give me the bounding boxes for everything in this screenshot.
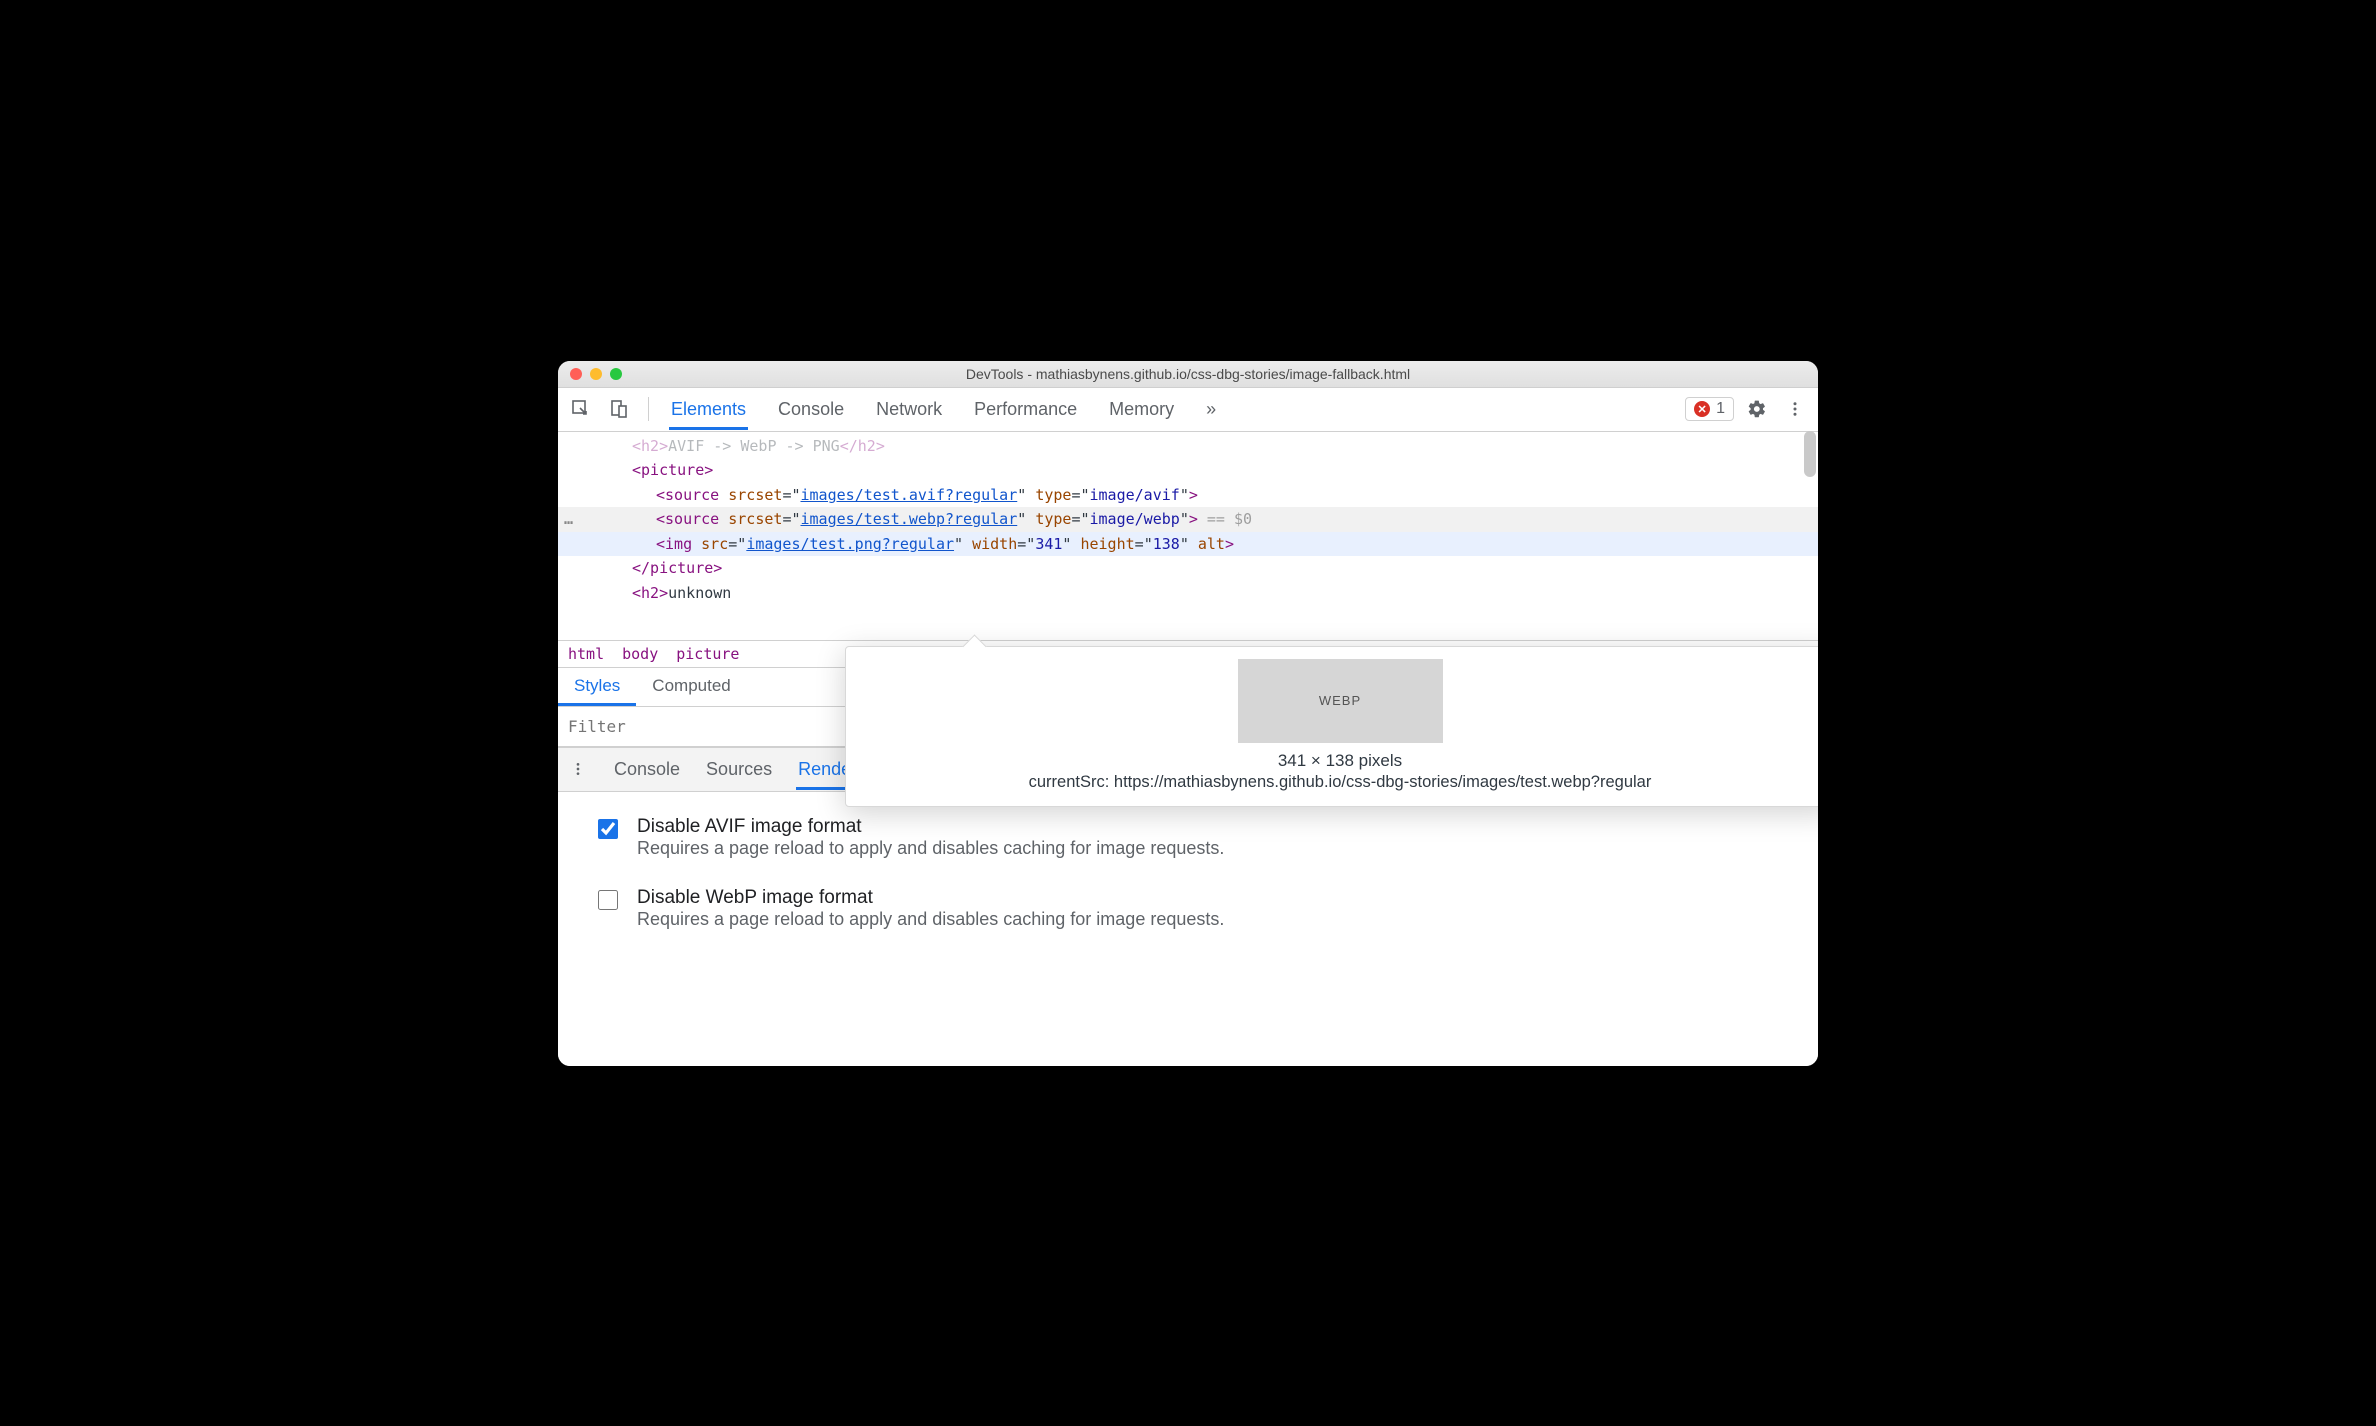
minimize-window-button[interactable]	[590, 368, 602, 380]
window-title: DevTools - mathiasbynens.github.io/css-d…	[558, 366, 1818, 382]
drawer-tab-console[interactable]: Console	[612, 749, 682, 790]
tab-memory[interactable]: Memory	[1107, 389, 1176, 430]
toolbar-divider	[648, 397, 649, 421]
rendering-panel: Disable AVIF image format Requires a pag…	[558, 792, 1818, 982]
tabs-overflow-icon[interactable]: »	[1204, 389, 1218, 430]
dom-line-img[interactable]: <img src="images/test.png?regular" width…	[558, 532, 1818, 557]
elements-dom-tree[interactable]: <h2>AVIF -> WebP -> PNG</h2> <picture> <…	[558, 432, 1818, 640]
devtools-window: DevTools - mathiasbynens.github.io/css-d…	[558, 361, 1818, 1066]
option-title: Disable WebP image format	[637, 887, 1224, 909]
styles-filter-input[interactable]	[558, 711, 788, 742]
subtab-computed[interactable]: Computed	[636, 668, 746, 706]
traffic-lights	[558, 368, 622, 380]
error-icon: ✕	[1694, 401, 1710, 417]
image-current-src: currentSrc: https://mathiasbynens.github…	[864, 773, 1816, 792]
image-dimensions: 341 × 138 pixels	[864, 751, 1816, 771]
subtab-styles[interactable]: Styles	[558, 668, 636, 706]
main-toolbar: Elements Console Network Performance Mem…	[558, 388, 1818, 432]
breadcrumb-body[interactable]: body	[622, 645, 658, 663]
option-title: Disable AVIF image format	[637, 816, 1224, 838]
panel-tabs: Elements Console Network Performance Mem…	[669, 389, 1218, 430]
dom-line-picture-open[interactable]: <picture>	[558, 458, 1818, 483]
drawer-tab-sources[interactable]: Sources	[704, 749, 774, 790]
dom-line-picture-close[interactable]: </picture>	[558, 556, 1818, 581]
dom-line-h2-unknown[interactable]: <h2>unknown	[558, 581, 1818, 606]
option-desc: Requires a page reload to apply and disa…	[637, 909, 1224, 930]
more-menu-icon[interactable]	[1780, 400, 1810, 418]
checkbox-disable-webp[interactable]	[598, 890, 618, 910]
breadcrumb-html[interactable]: html	[568, 645, 604, 663]
image-thumbnail: WEBP	[1238, 659, 1443, 743]
image-hover-popover: WEBP 341 × 138 pixels currentSrc: https:…	[845, 646, 1818, 807]
tab-elements[interactable]: Elements	[669, 389, 748, 430]
close-window-button[interactable]	[570, 368, 582, 380]
settings-gear-icon[interactable]	[1742, 399, 1772, 419]
option-disable-webp[interactable]: Disable WebP image format Requires a pag…	[594, 887, 1782, 930]
tab-network[interactable]: Network	[874, 389, 944, 430]
option-desc: Requires a page reload to apply and disa…	[637, 838, 1224, 859]
inspect-icon[interactable]	[566, 394, 596, 424]
error-count: 1	[1716, 400, 1725, 418]
drawer-more-icon[interactable]	[566, 761, 590, 777]
option-disable-avif[interactable]: Disable AVIF image format Requires a pag…	[594, 816, 1782, 859]
device-toolbar-icon[interactable]	[604, 394, 634, 424]
dom-line-h2[interactable]: <h2>AVIF -> WebP -> PNG</h2>	[558, 434, 1818, 459]
tab-console[interactable]: Console	[776, 389, 846, 430]
dom-line-source-webp[interactable]: <source srcset="images/test.webp?regular…	[558, 507, 1818, 532]
errors-pill[interactable]: ✕ 1	[1685, 397, 1734, 421]
checkbox-disable-avif[interactable]	[598, 819, 618, 839]
breadcrumb-picture[interactable]: picture	[676, 645, 739, 663]
tab-performance[interactable]: Performance	[972, 389, 1079, 430]
dom-line-source-avif[interactable]: <source srcset="images/test.avif?regular…	[558, 483, 1818, 508]
zoom-window-button[interactable]	[610, 368, 622, 380]
titlebar: DevTools - mathiasbynens.github.io/css-d…	[558, 361, 1818, 388]
